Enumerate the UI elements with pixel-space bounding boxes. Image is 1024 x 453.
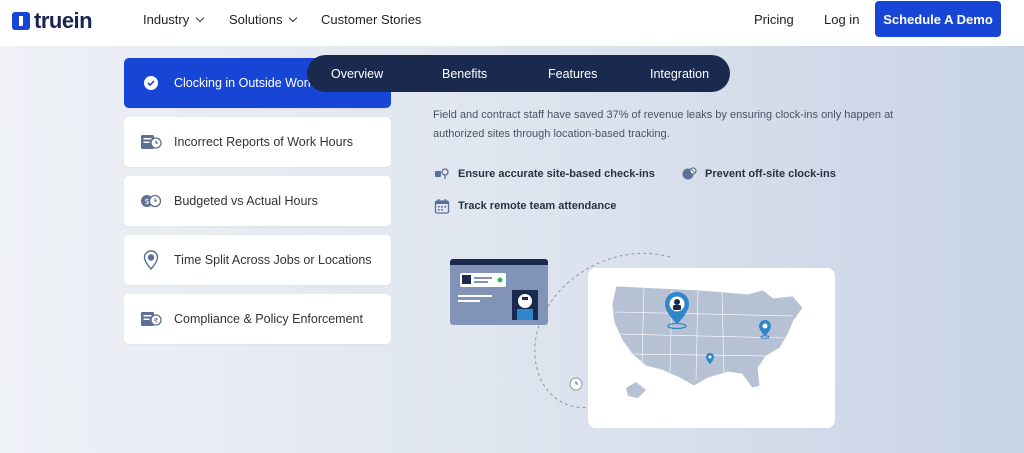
policy-doc-icon: ₹	[140, 308, 162, 330]
calendar-icon	[434, 198, 450, 214]
report-clock-icon	[140, 131, 162, 153]
feature-label: Track remote team attendance	[458, 200, 617, 212]
use-case-label: Compliance & Policy Enforcement	[174, 312, 363, 326]
feature-item: Track remote team attendance	[434, 198, 616, 214]
feature-item: Prevent off-site clock-ins	[681, 166, 836, 182]
use-case-label: Incorrect Reports of Work Hours	[174, 135, 353, 149]
logo-text: truein	[34, 8, 93, 33]
usa-map-graphic	[611, 285, 804, 398]
tab-benefits[interactable]: Benefits	[442, 67, 487, 81]
nav-login[interactable]: Log in	[824, 12, 859, 27]
top-navigation: truein Industry Solutions Customer Stori…	[0, 0, 1024, 46]
employee-checkin-card-graphic	[450, 259, 548, 325]
use-case-incorrect-reports[interactable]: Incorrect Reports of Work Hours	[124, 117, 391, 167]
chevron-down-icon	[196, 13, 205, 23]
tab-integration[interactable]: Integration	[650, 67, 709, 81]
location-pin-small-icon	[759, 320, 771, 339]
nav-customer-stories[interactable]: Customer Stories	[321, 12, 421, 27]
use-case-compliance[interactable]: ₹ Compliance & Policy Enforcement	[124, 294, 391, 344]
nav-solutions[interactable]: Solutions	[229, 12, 298, 27]
use-case-label: Time Split Across Jobs or Locations	[174, 253, 372, 267]
budget-clock-icon: $	[140, 190, 162, 212]
logo-mark-icon	[12, 12, 30, 30]
tab-features[interactable]: Features	[548, 67, 597, 81]
svg-text:$: $	[144, 197, 149, 206]
feature-label: Ensure accurate site-based check-ins	[458, 168, 655, 180]
location-pin-tiny-icon	[706, 353, 714, 364]
nav-customer-stories-label: Customer Stories	[321, 12, 422, 27]
usa-map-card	[588, 268, 835, 428]
truein-logo[interactable]: truein	[12, 8, 93, 34]
nav-solutions-label: Solutions	[229, 12, 283, 27]
location-pin-icon	[140, 249, 162, 271]
nav-industry-label: Industry	[143, 12, 190, 27]
use-case-label: Clocking in Outside Work	[174, 76, 315, 90]
nav-pricing[interactable]: Pricing	[754, 12, 794, 27]
use-case-budgeted-vs-actual[interactable]: $ Budgeted vs Actual Hours	[124, 176, 391, 226]
site-checkin-icon	[434, 166, 450, 182]
use-case-label: Budgeted vs Actual Hours	[174, 194, 318, 208]
schedule-demo-button[interactable]: Schedule A Demo	[875, 1, 1001, 37]
feature-label: Prevent off-site clock-ins	[705, 168, 836, 180]
offsite-block-icon	[681, 166, 697, 182]
chevron-down-icon	[289, 13, 298, 23]
solution-description: Field and contract staff have saved 37% …	[433, 109, 894, 140]
feature-item: Ensure accurate site-based check-ins	[434, 166, 655, 182]
tab-overview[interactable]: Overview	[331, 67, 383, 81]
check-circle-icon	[140, 72, 162, 94]
section-tabbar: Overview Benefits Features Integration	[307, 55, 730, 92]
nav-industry[interactable]: Industry	[143, 12, 205, 27]
location-tracking-illustration	[440, 245, 850, 440]
location-pin-large-icon	[665, 292, 689, 329]
use-case-time-split[interactable]: Time Split Across Jobs or Locations	[124, 235, 391, 285]
svg-text:₹: ₹	[154, 317, 159, 325]
